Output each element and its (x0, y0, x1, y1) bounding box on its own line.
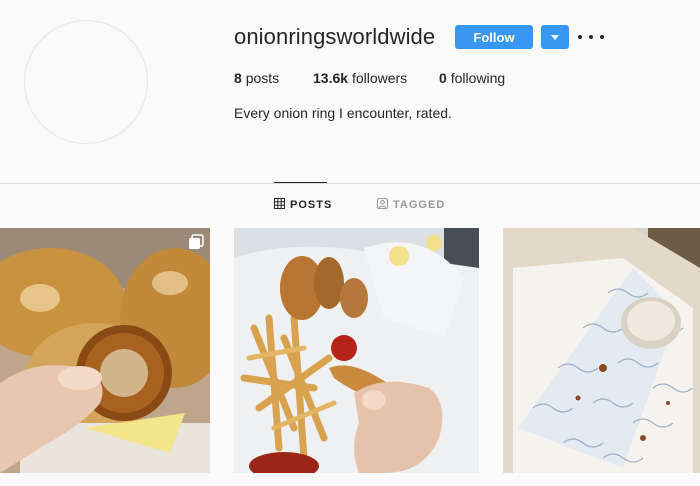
follow-button[interactable]: Follow (455, 25, 533, 49)
following-count-stat[interactable]: 0 following (439, 70, 505, 86)
post-image (0, 228, 210, 473)
tab-tagged[interactable]: TAGGED (377, 198, 445, 212)
tab-tagged-label: TAGGED (393, 199, 446, 211)
tabs-divider (0, 183, 700, 184)
more-dot-icon (589, 35, 593, 39)
posts-count: 8 (234, 70, 242, 86)
suggested-accounts-dropdown-button[interactable] (541, 25, 569, 49)
profile-bio: Every onion ring I encounter, rated. (234, 105, 452, 121)
post-tile[interactable] (0, 228, 210, 473)
profile-username: onionringsworldwide (234, 24, 436, 49)
following-label: following (450, 70, 506, 86)
followers-label: followers (351, 70, 408, 86)
tab-posts-label: POSTS (290, 199, 333, 211)
post-tile[interactable] (234, 228, 479, 473)
more-dot-icon (578, 35, 582, 39)
post-image (503, 228, 700, 473)
post-image (234, 228, 479, 473)
post-tile[interactable] (503, 228, 700, 473)
following-count: 0 (439, 70, 447, 86)
posts-count-stat: 8 posts (234, 70, 279, 86)
followers-count: 13.6k (313, 70, 349, 86)
profile-avatar[interactable] (24, 20, 148, 144)
followers-count-stat[interactable]: 13.6k followers (313, 70, 407, 86)
more-options-button[interactable] (578, 28, 604, 46)
tagged-icon (377, 198, 388, 212)
multiple-images-icon (189, 234, 204, 249)
posts-label: posts (245, 70, 280, 86)
more-dot-icon (600, 35, 604, 39)
grid-icon (274, 198, 285, 212)
tab-posts[interactable]: POSTS (274, 198, 332, 212)
active-tab-indicator (274, 182, 327, 183)
caret-down-icon (551, 34, 559, 40)
